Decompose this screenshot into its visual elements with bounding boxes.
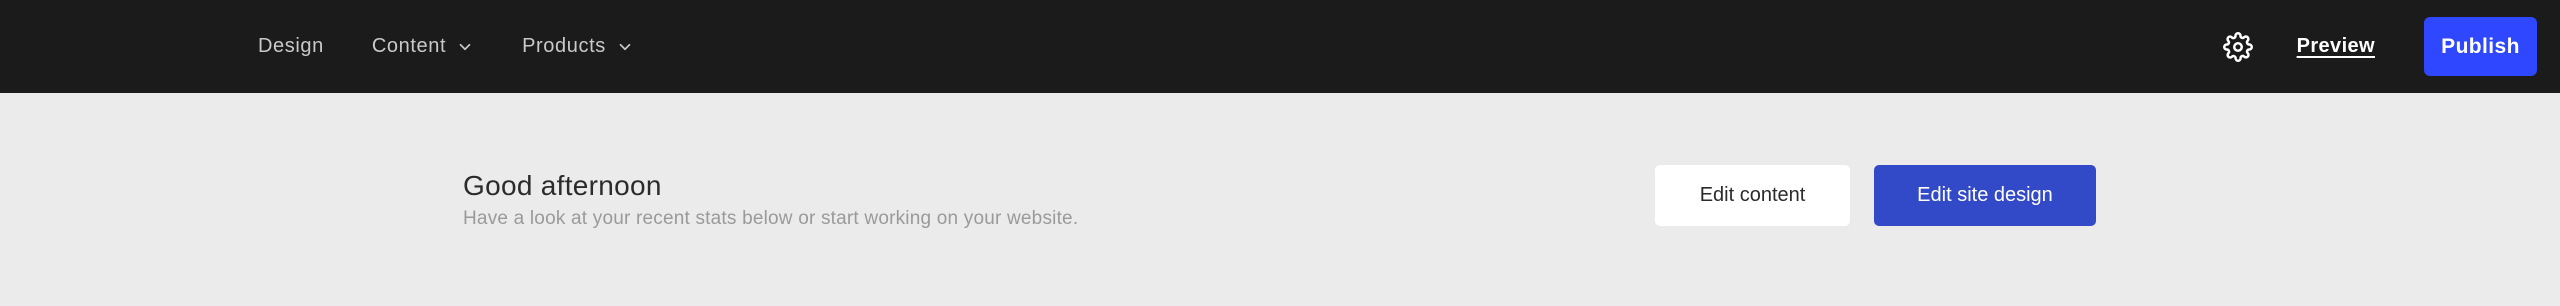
chevron-down-icon [456, 38, 474, 56]
hero-actions: Edit content Edit site design [1655, 165, 2096, 226]
preview-link[interactable]: Preview [2297, 35, 2375, 58]
header-actions: Preview Publish [2222, 0, 2537, 93]
edit-content-button[interactable]: Edit content [1655, 165, 1850, 226]
page-title: Good afternoon [463, 170, 662, 201]
page-subtitle: Have a look at your recent stats below o… [463, 208, 1079, 229]
main-nav: Design Content Products [258, 0, 682, 93]
greeting: Good afternoon Have a look at your recen… [463, 169, 1263, 231]
chevron-down-icon [616, 38, 634, 56]
nav-item-products[interactable]: Products [522, 35, 634, 58]
publish-button[interactable]: Publish [2424, 17, 2537, 76]
top-navigation-bar: Design Content Products Preview Publish [0, 0, 2560, 93]
nav-item-label: Products [522, 35, 606, 57]
nav-item-label: Design [258, 35, 324, 57]
nav-item-label: Content [371, 35, 447, 57]
nav-item-design[interactable]: Design [258, 35, 324, 58]
edit-site-design-button[interactable]: Edit site design [1874, 165, 2096, 226]
dashboard-hero: Good afternoon Have a look at your recen… [0, 93, 2560, 306]
nav-item-content[interactable]: Content [372, 35, 474, 58]
gear-icon[interactable] [2222, 31, 2253, 62]
